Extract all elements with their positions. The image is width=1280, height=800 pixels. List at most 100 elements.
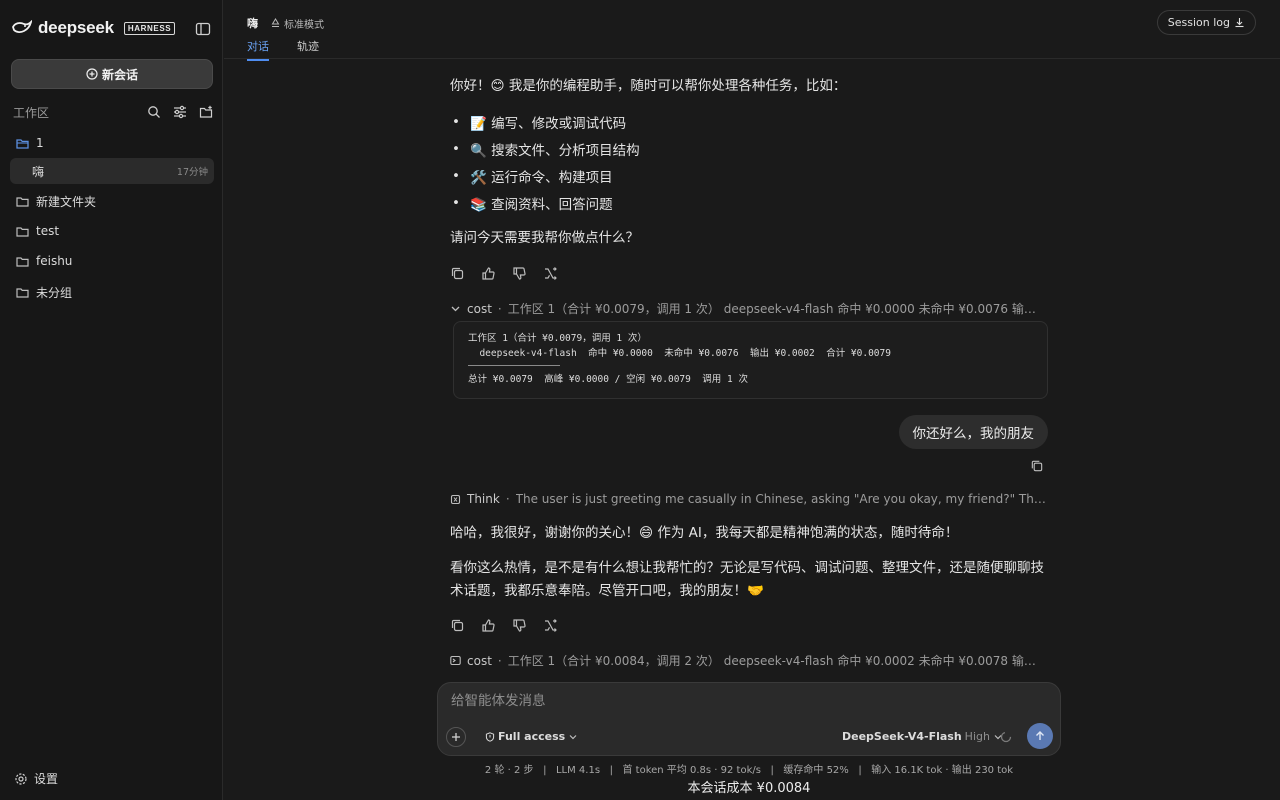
model-selector[interactable]: DeepSeek-V4-Flash High — [842, 730, 1003, 743]
settings-label: 设置 — [34, 772, 59, 786]
gear-icon — [15, 772, 27, 785]
session-stats: 2 轮 · 2 步 | LLM 4.1s | 首 token 平均 0.8s ·… — [484, 765, 1014, 776]
download-icon — [1235, 18, 1244, 28]
assistant-message-para: 看你这么热情，是不是有什么想让我帮忙的？无论是写代码、调试问题、整理文件，还是随… — [450, 560, 1044, 599]
cost-detail-box: 工作区 1（合计 ¥0.0079，调用 1 次） deepseek-v4-fla… — [453, 321, 1048, 399]
workspace-folder-1[interactable]: 1 — [10, 130, 214, 156]
copy-icon[interactable] — [450, 266, 465, 281]
reasoning-level: High — [964, 730, 990, 743]
conversation-header: 嗨 标准模式 对话 轨迹 Session log — [224, 0, 1280, 61]
message-actions — [450, 266, 558, 281]
message-input[interactable] — [451, 693, 951, 709]
access-level-dropdown[interactable]: Full access — [485, 730, 578, 743]
folder-icon — [16, 196, 29, 207]
message-composer: Full access DeepSeek-V4-Flash High — [437, 682, 1061, 756]
folder-open-icon — [16, 138, 29, 149]
sliders-icon[interactable] — [173, 105, 187, 119]
conversation-time: 17分钟 — [176, 167, 208, 178]
brand-name: deepseek — [38, 18, 114, 37]
tab-chat[interactable]: 对话 — [247, 38, 269, 61]
thumbs-down-icon[interactable] — [512, 266, 527, 281]
arrow-up-icon — [1036, 731, 1044, 740]
whale-logo-icon — [12, 20, 32, 33]
folder-icon — [16, 256, 29, 267]
message-actions — [450, 618, 558, 633]
list-item: 🔍 搜索文件、分析项目结构 — [464, 135, 1024, 162]
mode-indicator[interactable]: 标准模式 — [270, 16, 324, 31]
send-button[interactable] — [1027, 723, 1053, 749]
folder-label: 未分组 — [36, 285, 73, 300]
cost-detail-line: deepseek-v4-flash 命中 ¥0.0000 未命中 ¥0.0076… — [468, 347, 891, 359]
user-message-bubble: 你还好么，我的朋友 — [898, 415, 1048, 449]
folder-label: test — [36, 224, 60, 238]
tab-trace[interactable]: 轨迹 — [297, 38, 319, 61]
user-message-text: 你还好么，我的朋友 — [912, 426, 1035, 442]
conversation-title: 嗨 — [247, 17, 258, 30]
conversation-item[interactable]: 嗨 17分钟 — [10, 158, 214, 184]
thumbs-up-icon[interactable] — [481, 618, 496, 633]
list-item: 📝 编写、修改或调试代码 — [464, 108, 1024, 135]
think-summary-row[interactable]: Think · The user is just greeting me cas… — [450, 492, 1048, 506]
spinner-icon — [1000, 731, 1012, 743]
folder-icon — [16, 226, 29, 237]
cost-summary: 工作区 1（合计 ¥0.0084，调用 2 次） deepseek-v4-fla… — [507, 654, 1046, 668]
folder-ungrouped[interactable]: 未分组 — [10, 279, 214, 305]
cost-summary-row[interactable]: cost · 工作区 1（合计 ¥0.0079，调用 1 次） deepseek… — [450, 300, 1046, 317]
sidebar: deepseek HARNESS 新会话 工作区 1 嗨 17分钟 新建文件夹 … — [0, 0, 223, 800]
folder-feishu[interactable]: feishu — [10, 248, 214, 274]
shield-icon — [485, 731, 495, 742]
workspace-title: 工作区 — [13, 105, 50, 120]
thumbs-up-icon[interactable] — [481, 266, 496, 281]
copy-icon[interactable] — [1030, 459, 1044, 473]
think-label: Think — [467, 492, 500, 506]
branch-icon[interactable] — [543, 266, 558, 281]
cost-summary-row[interactable]: cost · 工作区 1（合计 ¥0.0084，调用 2 次） deepseek… — [450, 652, 1046, 669]
copy-icon[interactable] — [450, 618, 465, 633]
assistant-message-closing: 请问今天需要我帮你做点什么？ — [450, 230, 639, 246]
settings-button[interactable]: 设置 — [14, 770, 58, 787]
think-summary: The user is just greeting me casually in… — [515, 492, 1048, 506]
conversation-area: 你好！😊 我是你的编程助手，随时可以帮你处理各种任务，比如： 📝 编写、修改或调… — [224, 60, 1280, 800]
plus-icon — [452, 733, 460, 741]
folder-test[interactable]: test — [10, 218, 214, 244]
recycle-icon — [271, 17, 280, 27]
tab-bar: 对话 轨迹 — [247, 38, 319, 61]
list-item: 📚 查阅资料、回答问题 — [464, 189, 1024, 216]
branch-icon[interactable] — [543, 618, 558, 633]
cost-detail-total: 总计 ¥0.0079 高峰 ¥0.0000 / 空闲 ¥0.0079 调用 1 … — [468, 374, 748, 385]
folder-label: feishu — [36, 254, 73, 268]
cost-label: cost — [467, 301, 492, 316]
folder-label: 新建文件夹 — [36, 194, 97, 209]
plus-circle-icon — [86, 68, 98, 80]
search-icon[interactable] — [147, 105, 161, 119]
folder-label: 1 — [36, 136, 44, 150]
brain-icon — [450, 494, 461, 504]
cost-detail-line: 工作区 1（合计 ¥0.0079，调用 1 次） — [468, 333, 647, 344]
divider — [468, 365, 560, 366]
sidebar-toggle-icon[interactable] — [195, 21, 211, 37]
model-label: DeepSeek-V4-Flash — [842, 730, 962, 743]
chevron-down-icon — [451, 306, 460, 312]
cost-label: cost — [467, 653, 492, 668]
folder-new-folder[interactable]: 新建文件夹 — [10, 188, 214, 214]
folder-icon — [16, 287, 29, 298]
new-chat-label: 新会话 — [101, 67, 138, 82]
assistant-message-intro: 你好！😊 我是你的编程助手，随时可以帮你处理各种任务，比如： — [450, 78, 847, 94]
assistant-message-para: 哈哈，我很好，谢谢你的关心！😄 作为 AI，我每天都是精神饱满的状态，随时待命！ — [450, 525, 959, 541]
conversation-label: 嗨 — [32, 164, 45, 179]
new-chat-button[interactable]: 新会话 — [11, 59, 213, 89]
assistant-bullet-list: 📝 编写、修改或调试代码 🔍 搜索文件、分析项目结构 🛠️ 运行命令、构建项目 … — [464, 108, 1024, 216]
brand-badge: HARNESS — [123, 21, 176, 35]
list-item: 🛠️ 运行命令、构建项目 — [464, 162, 1024, 189]
add-attachment-button[interactable] — [446, 727, 466, 747]
workspace-header: 工作区 — [13, 103, 213, 121]
thumbs-down-icon[interactable] — [512, 618, 527, 633]
new-folder-icon[interactable] — [199, 105, 213, 119]
mode-label: 标准模式 — [284, 19, 324, 31]
app-window: deepseek HARNESS 新会话 工作区 1 嗨 17分钟 新建文件夹 … — [0, 0, 1280, 800]
session-log-button[interactable]: Session log — [1156, 10, 1256, 35]
brand: deepseek HARNESS — [12, 18, 176, 38]
access-label: Full access — [498, 730, 566, 743]
terminal-icon — [450, 655, 461, 666]
chevron-down-icon — [569, 734, 577, 739]
